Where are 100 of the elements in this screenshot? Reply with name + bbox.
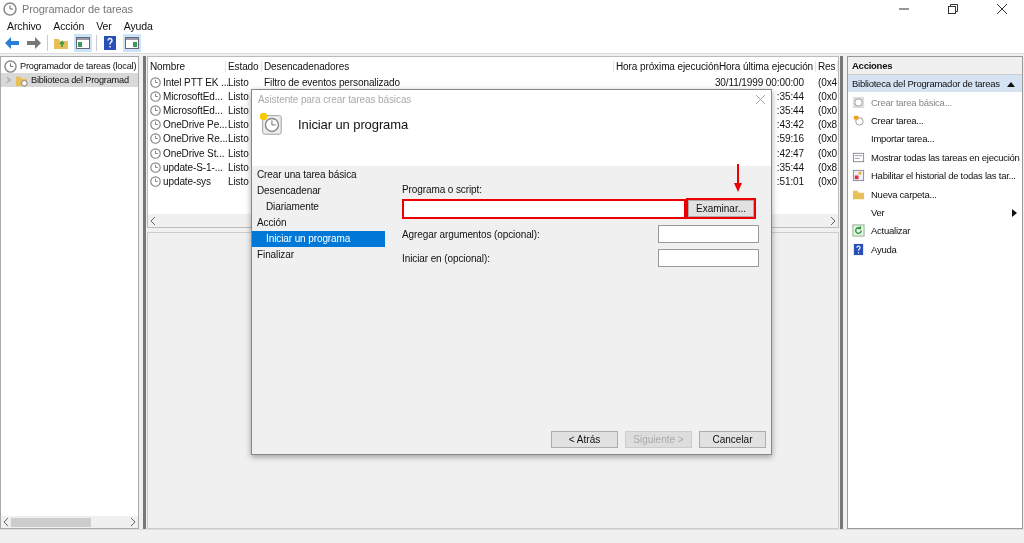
menu-item[interactable]: Acción [53, 19, 85, 32]
table-cell: Listo [228, 76, 249, 88]
list-icon [852, 150, 865, 164]
action-item[interactable]: Actualizar [848, 221, 1022, 241]
tree-label: Biblioteca del Programad [31, 75, 129, 85]
table-cell: Filtro de eventos personalizado [264, 76, 400, 88]
table-cell: :43:42 [776, 119, 804, 131]
clock-icon [150, 119, 161, 131]
dialog-button[interactable]: < Atrás [551, 431, 618, 448]
actions-title: Acciones [848, 57, 1022, 75]
input-field[interactable] [658, 249, 759, 267]
table-cell: (0x0 [818, 147, 838, 159]
submenu-arrow-icon [1012, 208, 1017, 217]
wizard-step[interactable]: Finalizar [252, 247, 385, 263]
column-header[interactable]: Estado [226, 60, 262, 72]
table-cell: MicrosoftEd... [163, 90, 223, 102]
wizard-step[interactable]: Diariamente [252, 199, 385, 215]
table-cell: OneDrive Re... [163, 133, 228, 145]
dialog-title: Asistente para crear tareas básicas [258, 94, 412, 105]
horizontal-scrollbar[interactable] [1, 516, 138, 528]
table-cell: (0x0 [818, 175, 838, 187]
table-cell: :59:16 [776, 133, 804, 145]
table-cell: Listo [228, 161, 249, 173]
clock-icon [4, 59, 17, 73]
input-field[interactable] [402, 198, 686, 219]
tree-item[interactable]: Programador de tareas (local) [1, 59, 138, 73]
clock-icon [150, 104, 161, 116]
arrow-icon [734, 164, 742, 192]
wizard-step[interactable]: Acción [252, 215, 385, 231]
scroll-left-icon[interactable] [3, 518, 9, 526]
table-cell: update-sys [163, 175, 211, 187]
column-header[interactable]: Nombre [148, 60, 226, 72]
table-cell: Listo [228, 90, 249, 102]
menu-item[interactable]: Ver [96, 19, 112, 32]
field-label: Iniciar en (opcional): [402, 252, 490, 264]
wizard-step[interactable]: Iniciar un programa [252, 231, 385, 247]
table-cell: OneDrive St... [163, 147, 225, 159]
tree-item[interactable]: Biblioteca del Programad [1, 73, 138, 87]
table-cell: (0x0 [818, 104, 838, 116]
action-item[interactable]: Ayuda [848, 240, 1022, 259]
clock-icon [150, 76, 161, 88]
table-cell: MicrosoftEd... [163, 104, 223, 116]
table-cell: :51:01 [776, 175, 804, 187]
table-cell: Listo [228, 104, 249, 116]
scroll-left-icon[interactable] [150, 216, 156, 225]
table-cell: :35:44 [776, 90, 804, 102]
table-cell: OneDrive Pe... [163, 119, 228, 131]
input-field[interactable] [658, 225, 759, 243]
table-cell: :35:44 [776, 104, 804, 116]
maximize-icon[interactable] [948, 4, 958, 14]
task-clock-icon [258, 111, 284, 137]
table-cell: (0x4 [818, 76, 838, 88]
forward-arrow-icon[interactable] [25, 34, 43, 52]
dialog-button[interactable]: Cancelar [699, 431, 766, 448]
dialog-heading: Iniciar un programa [298, 116, 409, 132]
help-icon [852, 242, 865, 256]
scroll-right-icon[interactable] [130, 518, 136, 526]
field-label: Programa o script: [402, 184, 483, 195]
tree-label: Programador de tareas (local) [20, 61, 137, 71]
table-cell: update-S-1-... [163, 161, 223, 173]
table-cell: (0x8 [818, 119, 838, 131]
pane-icon[interactable] [123, 34, 141, 52]
action-item[interactable]: Ver [848, 203, 1022, 222]
window-title: Programador de tareas [22, 3, 133, 15]
table-cell: 30/11/1999 00:00:00 [714, 76, 804, 88]
refresh-icon [852, 224, 865, 238]
wizard-step[interactable]: Crear una tarea básica [252, 167, 385, 183]
history-icon [852, 169, 865, 183]
pane-icon[interactable] [74, 34, 92, 52]
table-cell: (0x0 [818, 90, 838, 102]
clock-icon [852, 114, 865, 128]
action-item[interactable]: Habilitar el historial de todas las tar... [848, 166, 1022, 185]
help-icon[interactable] [101, 34, 119, 52]
table-cell: (0x8 [818, 161, 838, 173]
column-header[interactable]: Desencadenadores [262, 60, 614, 72]
collapse-icon[interactable] [1007, 80, 1015, 87]
action-item[interactable]: Crear tarea... [848, 111, 1022, 130]
table-cell: :35:44 [776, 161, 804, 173]
column-header[interactable]: Res [816, 60, 838, 72]
action-item[interactable]: Importar tarea... [848, 129, 1022, 149]
menu-item[interactable]: Archivo [7, 19, 42, 32]
browse-button[interactable]: Examinar... [688, 200, 754, 217]
table-cell: Listo [228, 119, 249, 131]
wizard-step[interactable]: Desencadenar [252, 183, 385, 199]
clock-icon [150, 133, 161, 145]
clock-icon [150, 175, 161, 187]
scroll-right-icon[interactable] [830, 216, 836, 225]
table-cell: (0x0 [818, 133, 838, 145]
clock-icon [852, 95, 865, 109]
table-cell: Listo [228, 147, 249, 159]
column-header[interactable]: Hora última ejecución [717, 60, 816, 72]
action-item[interactable]: Mostrar todas las tareas en ejecución [848, 148, 1022, 167]
close-icon[interactable] [997, 4, 1007, 14]
action-item[interactable]: Nueva carpeta... [848, 184, 1022, 204]
clock-icon [150, 161, 161, 173]
clock-icon [150, 90, 161, 102]
table-cell: Listo [228, 133, 249, 145]
menu-item[interactable]: Ayuda [123, 19, 153, 32]
section-header[interactable]: Biblioteca del Programador de tareas [848, 75, 1022, 92]
table-cell: Listo [228, 175, 249, 187]
